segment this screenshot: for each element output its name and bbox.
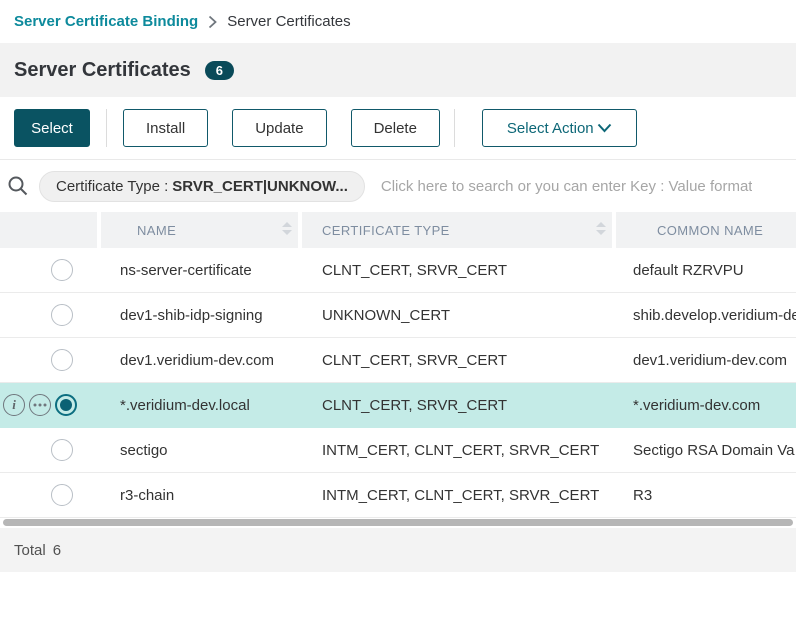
row-radio[interactable] [51,439,73,461]
count-badge: 6 [205,61,234,80]
chevron-down-icon [597,123,612,133]
delete-button[interactable]: Delete [351,109,440,147]
total-label: Total [14,542,46,559]
table-row[interactable]: i dev1.veridium-dev.com CLNT_CERT, SRVR_… [0,338,796,383]
table-row[interactable]: i dev1-shib-idp-signing UNKNOWN_CERT shi… [0,293,796,338]
search-input[interactable]: Click here to search or you can enter Ke… [381,178,753,195]
table-row[interactable]: i r3-chain INTM_CERT, CLNT_CERT, SRVR_CE… [0,473,796,518]
header-cell-common-name[interactable]: COMMON NAME [616,212,796,248]
filter-chip-value: SRVR_CERT|UNKNOW... [172,178,348,195]
table-footer: Total 6 [0,528,796,572]
row-icons: i [3,394,51,416]
row-common-name: *.veridium-dev.com [612,397,796,414]
row-common-name: R3 [612,487,796,504]
breadcrumb-link[interactable]: Server Certificate Binding [14,13,198,30]
select-action-label: Select Action [507,120,594,137]
page-title: Server Certificates [14,59,191,82]
toolbar-divider [106,109,107,147]
row-radio[interactable] [55,394,77,416]
header-cell-certificate-type[interactable]: CERTIFICATE TYPE [302,212,612,248]
row-selector-cell: i [0,484,97,506]
row-cert-type: UNKNOWN_CERT [298,307,612,324]
row-cert-type: CLNT_CERT, SRVR_CERT [298,352,612,369]
row-cert-type: INTM_CERT, CLNT_CERT, SRVR_CERT [298,442,612,459]
install-button[interactable]: Install [123,109,208,147]
ellipsis-icon[interactable] [29,394,51,416]
search-bar: Certificate Type : SRVR_CERT|UNKNOW... C… [0,160,796,212]
row-selector-cell: i [0,304,97,326]
row-selector-cell: i [0,349,97,371]
column-label-common-name: COMMON NAME [657,223,763,238]
row-radio[interactable] [51,484,73,506]
update-button[interactable]: Update [232,109,326,147]
row-common-name: shib.develop.veridium-dev [612,307,796,324]
sort-arrows-icon[interactable] [282,222,292,238]
breadcrumb: Server Certificate Binding Server Certif… [0,0,796,43]
row-common-name: dev1.veridium-dev.com [612,352,796,369]
select-action-button[interactable]: Select Action [482,109,637,147]
filter-chip-label: Certificate Type : [56,178,168,195]
row-selector-cell: i [0,394,97,416]
row-cert-type: INTM_CERT, CLNT_CERT, SRVR_CERT [298,487,612,504]
table-row[interactable]: i *.veridium-dev.local CLNT_CERT, SRVR_C… [0,383,796,428]
info-icon[interactable]: i [3,394,25,416]
chevron-right-icon [208,15,217,29]
horizontal-scrollbar[interactable] [3,519,793,526]
column-label-name: NAME [137,223,176,238]
title-band: Server Certificates 6 [0,43,796,97]
row-name: sectigo [97,442,298,459]
sort-arrows-icon[interactable] [596,222,606,238]
row-selector-cell: i [0,259,97,281]
table-row[interactable]: i ns-server-certificate CLNT_CERT, SRVR_… [0,248,796,293]
row-common-name: default RZRVPU [612,262,796,279]
row-common-name: Sectigo RSA Domain Va [612,442,796,459]
header-cell-name[interactable]: NAME [101,212,298,248]
toolbar: Select Install Update Delete Select Acti… [0,97,796,160]
row-name: r3-chain [97,487,298,504]
column-label-certificate-type: CERTIFICATE TYPE [322,223,450,238]
toolbar-divider [454,109,455,147]
row-selector-cell: i [0,439,97,461]
row-name: *.veridium-dev.local [97,397,298,414]
horizontal-scrollbar-track [0,518,796,527]
row-name: ns-server-certificate [97,262,298,279]
select-button[interactable]: Select [14,109,90,147]
row-radio[interactable] [51,304,73,326]
breadcrumb-current: Server Certificates [227,13,350,30]
header-cell-radio [0,212,97,248]
row-name: dev1-shib-idp-signing [97,307,298,324]
row-cert-type: CLNT_CERT, SRVR_CERT [298,397,612,414]
total-value: 6 [53,542,61,559]
row-radio[interactable] [51,349,73,371]
row-radio[interactable] [51,259,73,281]
table-row[interactable]: i sectigo INTM_CERT, CLNT_CERT, SRVR_CER… [0,428,796,473]
row-cert-type: CLNT_CERT, SRVR_CERT [298,262,612,279]
row-name: dev1.veridium-dev.com [97,352,298,369]
search-icon [6,174,30,198]
table-body: i ns-server-certificate CLNT_CERT, SRVR_… [0,248,796,518]
filter-chip[interactable]: Certificate Type : SRVR_CERT|UNKNOW... [39,171,365,202]
table-header: NAME CERTIFICATE TYPE COMMON NAME [0,212,796,248]
